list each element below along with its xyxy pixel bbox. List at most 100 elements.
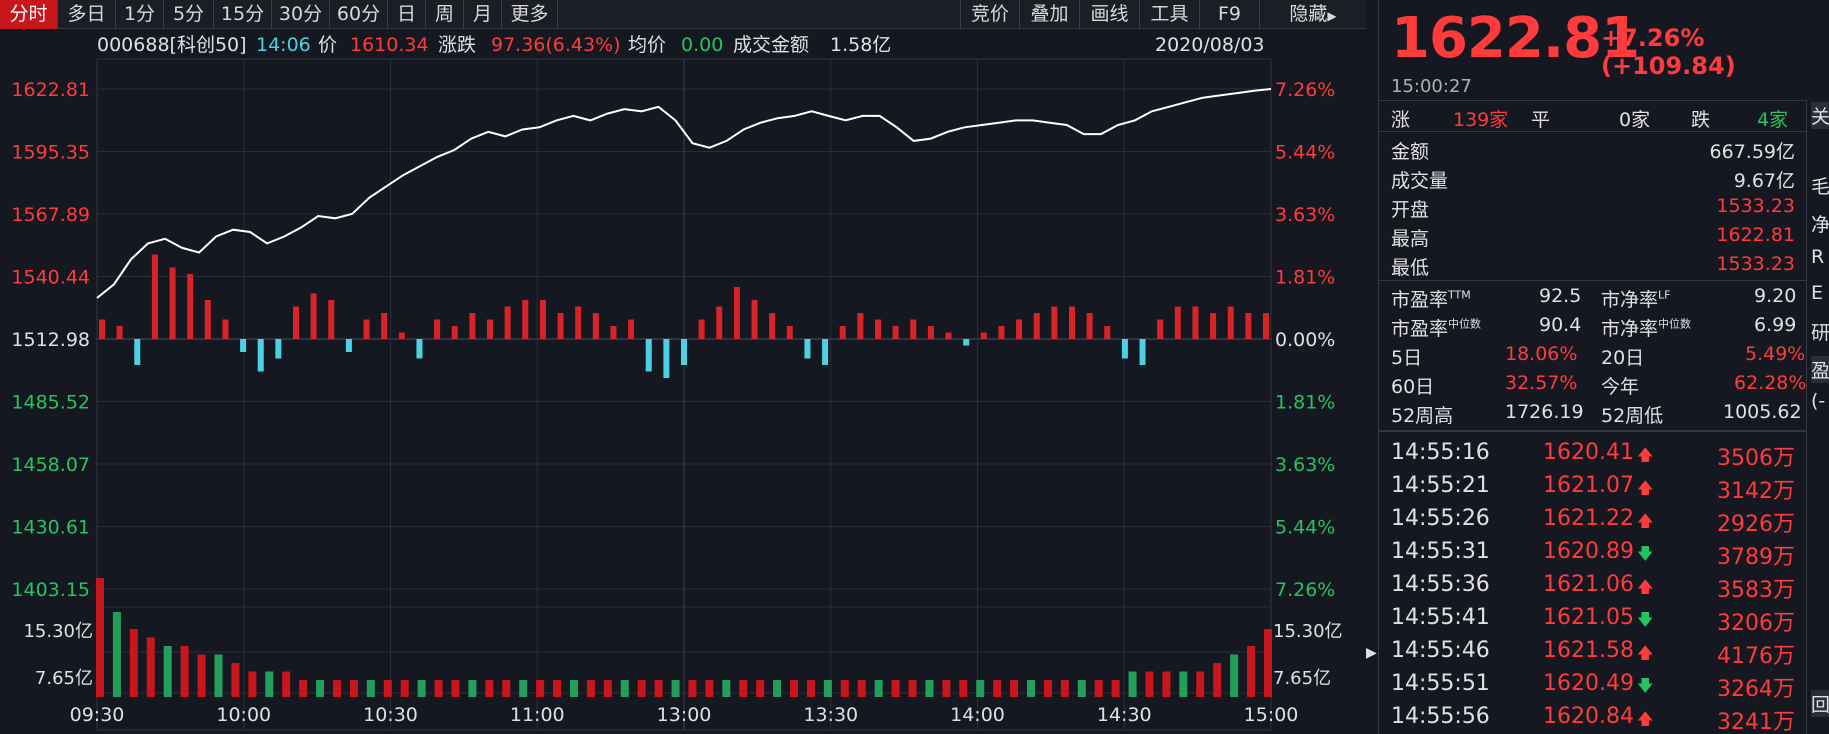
period-toolbar: 分时 多日 1分 5分 15分 30分 60分 日 周 月 更多 竞价 叠加 画…	[0, 0, 1366, 29]
momentum-bar	[822, 339, 829, 365]
tick-row: 14:55:41 1621.05 🡇 3206万	[1379, 603, 1807, 636]
volume-bar	[1247, 646, 1256, 697]
price-label: 价	[318, 34, 337, 56]
momentum-bar	[151, 254, 158, 339]
tick-price: 1621.06	[1543, 572, 1634, 597]
perf-5d-value: 18.06%	[1505, 343, 1578, 365]
cursor-price: 1610.34	[350, 34, 429, 56]
perf-ytd-value: 62.28%	[1734, 372, 1807, 394]
volume-bar	[840, 680, 849, 697]
tick-volume: 3206万	[1717, 611, 1795, 636]
volume-bar	[536, 680, 545, 697]
hide-label: 隐藏	[1289, 3, 1328, 25]
perf-row-1: 5日 18.06% 20日 5.49%	[1379, 340, 1807, 369]
tick-price: 1621.07	[1543, 473, 1634, 498]
tab-15min[interactable]: 15分	[214, 0, 272, 29]
cursor-time: 14:06	[256, 34, 311, 56]
volume-bar	[654, 680, 663, 697]
momentum-bar	[892, 326, 899, 339]
f9-button[interactable]: F9	[1200, 0, 1260, 29]
tab-5min[interactable]: 5分	[164, 0, 214, 29]
volume-bar	[332, 680, 341, 697]
pb-median-label: 市净率中位数	[1601, 314, 1691, 341]
auction-button[interactable]: 竞价	[960, 0, 1020, 29]
tab-month[interactable]: 月	[464, 0, 502, 29]
w52-high-value: 1726.19	[1505, 401, 1584, 423]
pb-label-text: 市净率	[1601, 289, 1659, 311]
momentum-bar	[839, 326, 846, 339]
side-text-4: R	[1811, 246, 1825, 268]
side-tab-2[interactable]: 盈	[1811, 356, 1829, 383]
tick-price: 1621.05	[1543, 605, 1634, 630]
momentum-bar	[716, 306, 723, 339]
volume-bar	[756, 680, 765, 697]
momentum-bar	[522, 300, 529, 339]
volume-bar	[1213, 663, 1222, 697]
tab-30min[interactable]: 30分	[272, 0, 330, 29]
volume-bar	[1027, 680, 1036, 697]
momentum-bar	[769, 313, 776, 339]
volume-bar	[925, 680, 934, 697]
pct-tick-label: 5.44%	[1275, 142, 1335, 164]
pb-sub: LF	[1658, 288, 1671, 302]
tick-time: 14:55:31	[1391, 539, 1490, 564]
stat-label: 最高	[1391, 228, 1430, 250]
tick-volume: 3583万	[1717, 578, 1795, 603]
time-tick-label: 09:30	[70, 704, 125, 726]
arrow-up-icon: 🡅	[1637, 643, 1654, 662]
volume-bar	[671, 680, 680, 697]
tab-more[interactable]: 更多	[502, 0, 558, 29]
amount-label: 成交金额	[733, 34, 809, 56]
momentum-bar	[945, 332, 952, 339]
side-text-6: 研	[1811, 322, 1829, 344]
tab-intraday[interactable]: 分时	[0, 0, 58, 29]
time-tick-label: 14:00	[950, 704, 1005, 726]
volume-bar	[502, 680, 511, 697]
tab-week[interactable]: 周	[426, 0, 464, 29]
stat-label: 最低	[1391, 257, 1430, 279]
volume-bar	[265, 671, 274, 697]
stat-row: 最高 1622.81	[1379, 221, 1807, 250]
tick-volume: 3241万	[1717, 710, 1795, 734]
price-tick-label: 1458.07	[11, 454, 90, 476]
tick-row: 14:55:26 1621.22 🡅 2926万	[1379, 504, 1807, 537]
stat-row: 最低 1533.23	[1379, 250, 1807, 279]
side-tab-1[interactable]: 关	[1811, 102, 1829, 129]
tools-button[interactable]: 工具	[1140, 0, 1200, 29]
triangle-right-icon: ▶	[1327, 9, 1337, 23]
volume-bar	[400, 680, 409, 697]
divider	[1379, 430, 1807, 432]
volume-bar	[316, 680, 325, 697]
breadth-row: 涨 139家 平 0家 跌 4家	[1379, 102, 1807, 131]
tab-day[interactable]: 日	[388, 0, 426, 29]
volume-bar	[1128, 671, 1137, 697]
volume-bar	[349, 680, 358, 697]
volume-bar	[874, 680, 883, 697]
vol-tick-label-right: 7.65亿	[1273, 668, 1331, 689]
change-label: 涨跌	[438, 34, 476, 56]
tab-multi-day[interactable]: 多日	[58, 0, 116, 29]
volume-bar	[806, 680, 815, 697]
momentum-bar	[1245, 313, 1252, 339]
volume-bar	[1077, 680, 1086, 697]
chart-date: 2020/08/03	[1155, 34, 1265, 56]
overlay-button[interactable]: 叠加	[1020, 0, 1080, 29]
down-count: 4家	[1757, 109, 1789, 131]
momentum-bar	[398, 332, 405, 339]
momentum-bar	[257, 339, 264, 372]
expand-arrow-icon[interactable]: ▶	[1366, 645, 1378, 661]
tab-60min[interactable]: 60分	[330, 0, 388, 29]
chart-area[interactable]: 1622.81 7.26% 1595.35 5.44% 1567.89 3.63% 1540…	[0, 29, 1366, 734]
hide-button[interactable]: 隐藏▶	[1260, 0, 1366, 29]
pct-tick-label: 0.00%	[1275, 329, 1335, 351]
momentum-bar	[539, 300, 546, 339]
tick-price: 1620.89	[1543, 539, 1634, 564]
volume-bar	[417, 680, 426, 697]
momentum-bar	[504, 306, 511, 339]
tab-1min[interactable]: 1分	[116, 0, 164, 29]
momentum-bar	[804, 339, 811, 359]
side-tab-3[interactable]: 回	[1811, 690, 1829, 717]
volume-bar	[891, 680, 900, 697]
momentum-bar	[857, 313, 864, 339]
draw-button[interactable]: 画线	[1080, 0, 1140, 29]
